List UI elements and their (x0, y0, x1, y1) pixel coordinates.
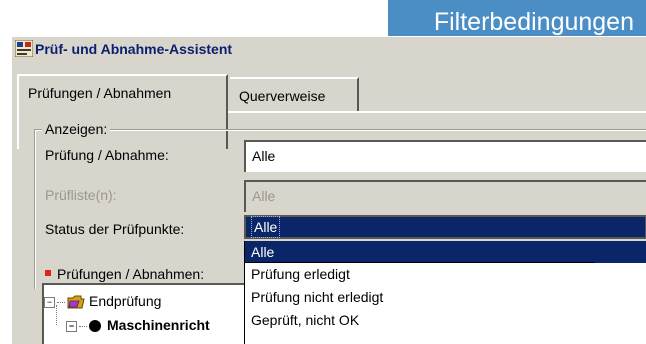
dropdown-option-alle[interactable]: Alle (245, 241, 646, 263)
dropdown-option-pruefung-nicht-erledigt[interactable]: Prüfung nicht erledigt (245, 286, 595, 308)
pruefliste-select: Alle (244, 180, 646, 212)
tab-querverweise[interactable]: Querverweise (230, 77, 359, 111)
tree-section-text: Prüfungen / Abnahmen: (57, 266, 205, 282)
tree-section-label: Prüfungen / Abnahmen: (45, 266, 204, 282)
tree-connector (79, 325, 87, 327)
tree-item-label: Endprüfung (89, 293, 162, 309)
status-dropdown-list: Alle Prüfung erledigt Prüfung nicht erle… (244, 241, 646, 344)
tree-item-maschinenricht[interactable]: − Maschinenricht (66, 317, 210, 333)
tree-connector (57, 301, 65, 303)
dropdown-option-geprueft-nicht-ok[interactable]: Geprüft, nicht OK (245, 309, 595, 331)
status-select[interactable]: Alle (244, 215, 646, 239)
pruefliste-label: Prüfliste(n): (45, 187, 117, 203)
dot-icon (89, 320, 101, 333)
window-title: Prüf- und Abnahme-Assistent (35, 41, 233, 57)
bullet-icon (45, 270, 51, 277)
dropdown-option-pruefung-erledigt[interactable]: Prüfung erledigt (245, 263, 595, 285)
pruefungen-tree: − Endprüfung − Maschinenricht (42, 283, 244, 344)
status-label: Status der Prüfpunkte: (45, 221, 185, 237)
status-select-value: Alle (250, 216, 281, 238)
pruefung-label: Prüfung / Abnahme: (45, 147, 169, 163)
tab-label: Querverweise (239, 88, 326, 104)
tree-item-endpruefung[interactable]: − Endprüfung (44, 293, 161, 309)
collapse-icon[interactable]: − (66, 320, 77, 332)
assistant-window: Prüf- und Abnahme-Assistent Prüfungen / … (11, 36, 646, 344)
group-legend: Anzeigen: (42, 121, 111, 137)
tree-item-label: Maschinenricht (107, 317, 210, 333)
assistant-app-icon (15, 40, 33, 57)
title-bar: Prüf- und Abnahme-Assistent (12, 37, 389, 60)
collapse-icon[interactable]: − (44, 296, 55, 308)
tab-label: Prüfungen / Abnahmen (28, 85, 172, 101)
pruefung-select[interactable]: Alle (244, 140, 646, 172)
tab-divider (228, 111, 646, 113)
folder-icon (67, 295, 85, 309)
